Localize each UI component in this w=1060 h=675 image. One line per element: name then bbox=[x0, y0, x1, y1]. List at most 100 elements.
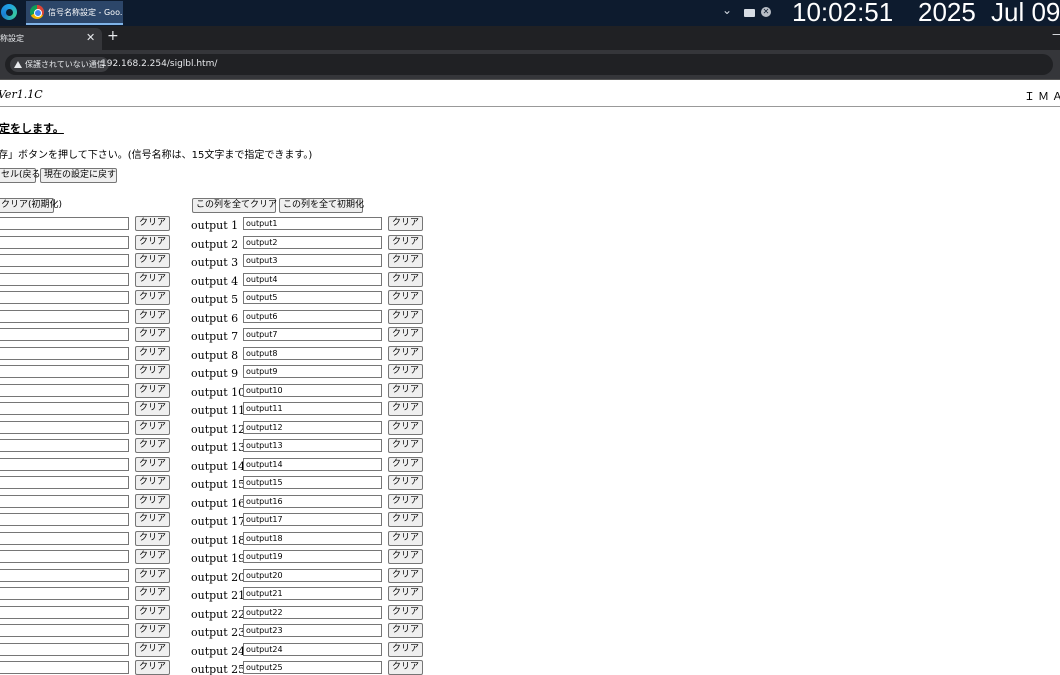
input-name-field[interactable] bbox=[0, 550, 129, 563]
output-clear-button[interactable]: クリア bbox=[388, 345, 423, 361]
input-name-field[interactable] bbox=[0, 420, 129, 434]
input-name-field[interactable] bbox=[0, 642, 129, 656]
restore-current-button[interactable]: 現在の設定に戻す bbox=[40, 168, 117, 183]
output-clear-button[interactable]: クリア bbox=[388, 530, 423, 546]
output-name-field[interactable] bbox=[243, 402, 382, 415]
output-name-field[interactable] bbox=[243, 291, 382, 304]
input-clear-button[interactable]: クリア bbox=[135, 456, 170, 472]
input-clear-button[interactable]: クリア bbox=[135, 308, 170, 324]
output-name-field[interactable] bbox=[243, 661, 382, 674]
input-clear-button[interactable]: クリア bbox=[135, 623, 170, 638]
output-name-field[interactable] bbox=[243, 457, 382, 471]
output-name-field[interactable] bbox=[243, 328, 382, 341]
output-clear-button[interactable]: クリア bbox=[388, 586, 423, 601]
output-clear-button[interactable]: クリア bbox=[388, 567, 423, 583]
input-clear-button[interactable]: クリア bbox=[135, 530, 170, 546]
output-name-field[interactable] bbox=[243, 217, 382, 230]
input-name-field[interactable] bbox=[0, 254, 129, 267]
input-clear-button[interactable]: クリア bbox=[135, 401, 170, 416]
input-clear-button[interactable]: クリア bbox=[135, 253, 170, 268]
output-clear-button[interactable]: クリア bbox=[388, 308, 423, 324]
input-name-field[interactable] bbox=[0, 605, 129, 619]
browser-tab-active[interactable]: 称設定 ✕ bbox=[0, 28, 102, 50]
output-clear-button[interactable]: クリア bbox=[388, 438, 423, 453]
input-name-field[interactable] bbox=[0, 383, 129, 397]
input-clear-button[interactable]: クリア bbox=[135, 290, 170, 305]
output-name-field[interactable] bbox=[243, 568, 382, 582]
input-name-field[interactable] bbox=[0, 272, 129, 286]
input-name-field[interactable] bbox=[0, 365, 129, 378]
input-clear-button[interactable]: クリア bbox=[135, 382, 170, 398]
output-name-field[interactable] bbox=[243, 235, 382, 249]
more-menu-icon[interactable]: ⋮ bbox=[1055, 52, 1060, 66]
input-name-field[interactable] bbox=[0, 235, 129, 249]
input-name-field[interactable] bbox=[0, 346, 129, 360]
output-name-field[interactable] bbox=[243, 531, 382, 545]
input-name-field[interactable] bbox=[0, 513, 129, 526]
cancel-icon[interactable]: ✕ bbox=[761, 7, 771, 17]
output-name-field[interactable] bbox=[243, 272, 382, 286]
output-clear-button[interactable]: クリア bbox=[388, 327, 423, 342]
input-clear-button[interactable]: クリア bbox=[135, 327, 170, 342]
input-clear-button[interactable]: クリア bbox=[135, 512, 170, 527]
input-name-field[interactable] bbox=[0, 457, 129, 471]
output-clear-button[interactable]: クリア bbox=[388, 216, 423, 231]
input-name-field[interactable] bbox=[0, 494, 129, 508]
output-clear-button[interactable]: クリア bbox=[388, 382, 423, 398]
output-name-field[interactable] bbox=[243, 346, 382, 360]
output-clear-button[interactable]: クリア bbox=[388, 364, 423, 379]
output-name-field[interactable] bbox=[243, 365, 382, 378]
output-clear-button[interactable]: クリア bbox=[388, 401, 423, 416]
output-name-field[interactable] bbox=[243, 439, 382, 452]
output-name-field[interactable] bbox=[243, 587, 382, 600]
input-clear-button[interactable]: クリア bbox=[135, 475, 170, 490]
address-bar[interactable]: 保護されていない通信 192.168.2.254/siglbl.htm/ bbox=[5, 54, 1053, 75]
folder-icon[interactable] bbox=[744, 9, 755, 17]
output-clear-button[interactable]: クリア bbox=[388, 419, 423, 435]
output-name-field[interactable] bbox=[243, 383, 382, 397]
output-clear-button[interactable]: クリア bbox=[388, 660, 423, 675]
output-clear-button[interactable]: クリア bbox=[388, 493, 423, 509]
input-clear-button[interactable]: クリア bbox=[135, 567, 170, 583]
input-name-field[interactable] bbox=[0, 439, 129, 452]
output-name-field[interactable] bbox=[243, 642, 382, 656]
left-column-init-button[interactable]: クリア(初期化) bbox=[0, 198, 62, 213]
output-clear-button[interactable]: クリア bbox=[388, 475, 423, 490]
output-clear-button[interactable]: クリア bbox=[388, 290, 423, 305]
input-name-field[interactable] bbox=[0, 402, 129, 415]
output-name-field[interactable] bbox=[243, 605, 382, 619]
input-clear-button[interactable]: クリア bbox=[135, 549, 170, 564]
output-name-field[interactable] bbox=[243, 476, 382, 489]
chevron-down-icon[interactable]: ⌄ bbox=[722, 3, 732, 17]
input-name-field[interactable] bbox=[0, 476, 129, 489]
input-name-field[interactable] bbox=[0, 291, 129, 304]
output-name-field[interactable] bbox=[243, 513, 382, 526]
security-chip[interactable]: 保護されていない通信 bbox=[10, 57, 109, 72]
input-clear-button[interactable]: クリア bbox=[135, 364, 170, 379]
cancel-button[interactable]: セル(戻る) bbox=[0, 168, 44, 183]
new-tab-icon[interactable]: + bbox=[107, 28, 119, 44]
input-clear-button[interactable]: クリア bbox=[135, 419, 170, 435]
output-name-field[interactable] bbox=[243, 550, 382, 563]
input-clear-button[interactable]: クリア bbox=[135, 271, 170, 287]
input-name-field[interactable] bbox=[0, 661, 129, 674]
input-clear-button[interactable]: クリア bbox=[135, 641, 170, 657]
input-clear-button[interactable]: クリア bbox=[135, 493, 170, 509]
input-clear-button[interactable]: クリア bbox=[135, 216, 170, 231]
input-clear-button[interactable]: クリア bbox=[135, 586, 170, 601]
output-name-field[interactable] bbox=[243, 309, 382, 323]
input-clear-button[interactable]: クリア bbox=[135, 660, 170, 675]
input-name-field[interactable] bbox=[0, 328, 129, 341]
output-clear-button[interactable]: クリア bbox=[388, 512, 423, 527]
output-clear-button[interactable]: クリア bbox=[388, 623, 423, 638]
input-name-field[interactable] bbox=[0, 531, 129, 545]
edge-icon[interactable] bbox=[1, 4, 17, 20]
input-name-field[interactable] bbox=[0, 568, 129, 582]
input-clear-button[interactable]: クリア bbox=[135, 438, 170, 453]
input-clear-button[interactable]: クリア bbox=[135, 604, 170, 620]
output-clear-button[interactable]: クリア bbox=[388, 549, 423, 564]
output-clear-button[interactable]: クリア bbox=[388, 641, 423, 657]
output-name-field[interactable] bbox=[243, 494, 382, 508]
close-icon[interactable]: ✕ bbox=[86, 31, 95, 44]
url-text[interactable]: 192.168.2.254/siglbl.htm/ bbox=[101, 59, 217, 69]
